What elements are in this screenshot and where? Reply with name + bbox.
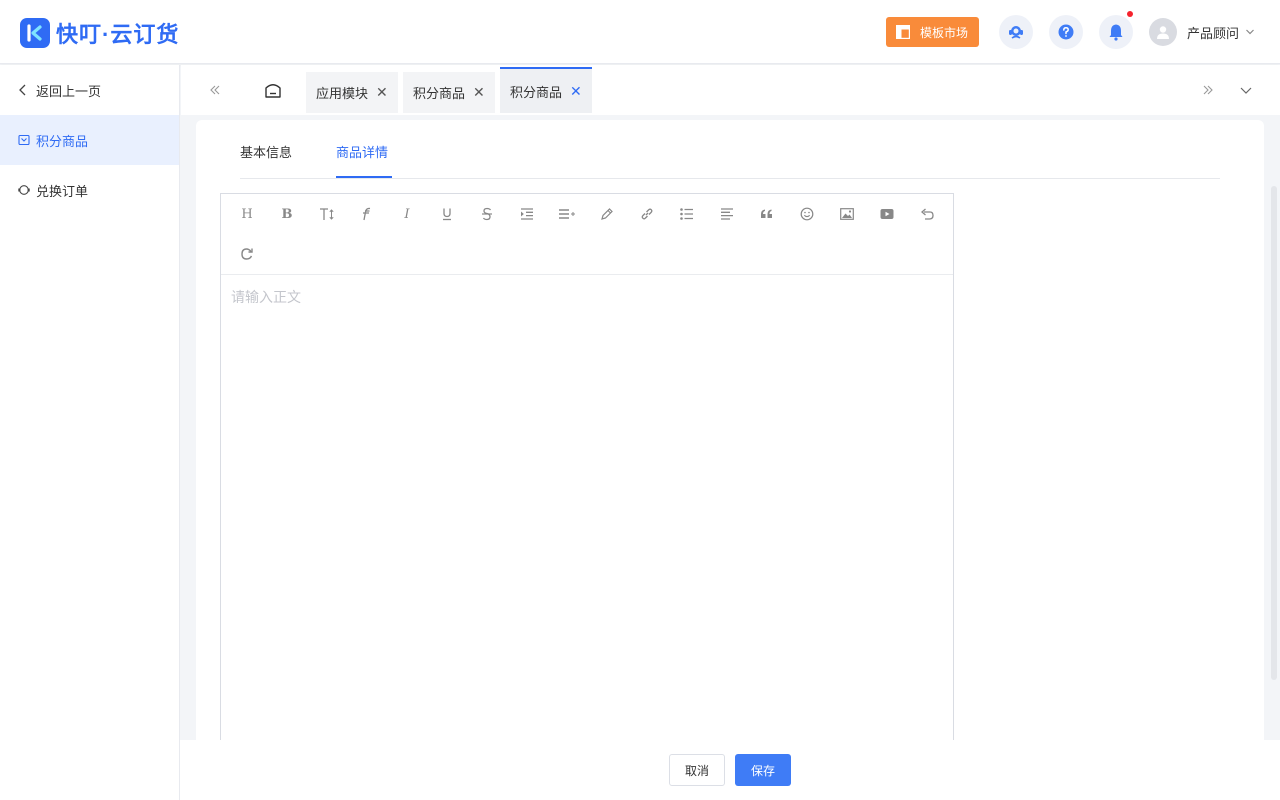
- page-scrollbar[interactable]: [1271, 186, 1277, 680]
- strikethrough-icon[interactable]: [474, 201, 500, 227]
- template-market-label: 模板市场: [920, 25, 969, 40]
- bulleted-list-icon[interactable]: [674, 201, 700, 227]
- support-button[interactable]: [999, 15, 1033, 49]
- tabs-scroll-right-button[interactable]: [1201, 80, 1215, 103]
- layout-icon: [896, 25, 910, 39]
- sidebar-item-label: 积分商品: [36, 133, 89, 149]
- quote-icon[interactable]: [754, 201, 780, 227]
- line-height-icon[interactable]: [554, 201, 580, 227]
- sidebar-item-exchange-orders[interactable]: 兑换订单: [0, 165, 179, 215]
- home-tab[interactable]: [263, 80, 283, 103]
- chevron-down-icon: [1240, 87, 1252, 94]
- main-content: 基本信息 商品详情 H B I 请输入正文: [196, 120, 1264, 800]
- bell-icon: [1109, 24, 1123, 41]
- italic-icon[interactable]: I: [394, 201, 420, 227]
- heading-icon[interactable]: H: [234, 201, 260, 227]
- app-logo[interactable]: 快叮·云订货: [20, 17, 179, 49]
- close-icon[interactable]: ✕: [376, 84, 388, 101]
- logo-mark-icon: [20, 18, 50, 48]
- link-icon[interactable]: [634, 201, 660, 227]
- template-market-button[interactable]: 模板市场: [886, 17, 979, 47]
- detail-subtabs: 基本信息 商品详情: [240, 120, 1220, 179]
- logo-text: 快叮·云订货: [56, 22, 180, 47]
- emoticon-icon[interactable]: [794, 201, 820, 227]
- close-icon[interactable]: ✕: [570, 83, 582, 100]
- back-link[interactable]: 返回上一页: [0, 65, 179, 115]
- undo-icon[interactable]: [914, 201, 940, 227]
- box-icon: [18, 134, 30, 146]
- chevron-left-icon: [18, 84, 30, 96]
- editor-placeholder[interactable]: 请输入正文: [231, 287, 301, 307]
- help-button[interactable]: [1049, 15, 1083, 49]
- home-icon: [265, 84, 281, 98]
- notification-dot: [1127, 11, 1133, 17]
- user-icon: [1157, 26, 1169, 39]
- rich-text-editor: H B I 请输入正文: [220, 193, 954, 800]
- tab-bar: 应用模块 ✕ 积分商品 ✕ 积分商品 ✕: [181, 65, 1280, 115]
- tabs-scroll-left-button[interactable]: [208, 80, 222, 103]
- tab-points-products-active[interactable]: 积分商品 ✕: [500, 67, 592, 113]
- redo-icon[interactable]: [234, 241, 260, 267]
- subtab-product-details[interactable]: 商品详情: [336, 142, 388, 161]
- sidebar-item-label: 兑换订单: [36, 183, 89, 199]
- tabs-menu-button[interactable]: [1239, 80, 1253, 103]
- close-icon[interactable]: ✕: [473, 84, 485, 101]
- user-name: 产品顾问: [1187, 25, 1240, 41]
- form-footer: 取消 保存: [180, 740, 1280, 800]
- active-subtab-indicator: [336, 176, 392, 178]
- image-icon[interactable]: [834, 201, 860, 227]
- cancel-button[interactable]: 取消: [669, 754, 725, 786]
- tab-label: 积分商品: [413, 86, 466, 101]
- video-icon[interactable]: [874, 201, 900, 227]
- font-family-icon[interactable]: [354, 201, 380, 227]
- save-button[interactable]: 保存: [735, 754, 791, 786]
- help-icon: [1058, 24, 1074, 40]
- notification-button[interactable]: [1099, 11, 1133, 49]
- double-chevron-left-icon: [210, 85, 220, 95]
- editor-toolbar: H B I: [221, 194, 953, 275]
- double-chevron-right-icon: [1203, 85, 1213, 95]
- sidebar-item-points-products[interactable]: 积分商品: [0, 115, 179, 165]
- tab-points-products[interactable]: 积分商品 ✕: [403, 72, 495, 113]
- subtab-basic-info[interactable]: 基本信息: [240, 142, 292, 161]
- exchange-icon: [18, 184, 30, 196]
- tab-label: 应用模块: [316, 86, 369, 101]
- pencil-icon[interactable]: [594, 201, 620, 227]
- tab-label: 积分商品: [510, 84, 563, 100]
- chevron-down-icon: [1246, 29, 1254, 35]
- user-menu[interactable]: 产品顾问: [1149, 18, 1255, 46]
- top-header: 快叮·云订货 模板市场 产品顾问: [0, 0, 1280, 64]
- tab-app-modules[interactable]: 应用模块 ✕: [306, 72, 398, 113]
- support-icon: [1009, 26, 1023, 39]
- indent-icon[interactable]: [514, 201, 540, 227]
- back-label: 返回上一页: [36, 83, 102, 99]
- avatar: [1149, 18, 1177, 46]
- underline-icon[interactable]: [434, 201, 460, 227]
- justify-icon[interactable]: [714, 201, 740, 227]
- font-size-icon[interactable]: [314, 201, 340, 227]
- sidebar: 返回上一页 积分商品 兑换订单: [0, 65, 180, 800]
- bold-icon[interactable]: B: [274, 201, 300, 227]
